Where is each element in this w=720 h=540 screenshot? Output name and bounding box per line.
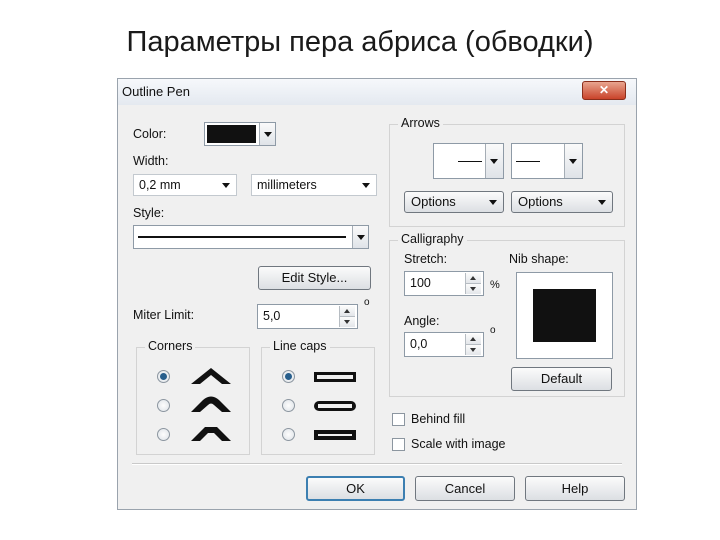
start-arrow-options-button[interactable]: Options bbox=[404, 191, 504, 213]
color-label: Color: bbox=[133, 127, 167, 141]
line-cap-radio-square[interactable] bbox=[282, 370, 295, 383]
miter-limit-value: 5,0 bbox=[263, 309, 281, 323]
round-cap-icon bbox=[314, 401, 356, 411]
line-caps-group: Line caps bbox=[261, 339, 375, 455]
extended-cap-icon bbox=[314, 430, 356, 440]
calligraphy-group: Calligraphy Stretch: 100 % Angle: 0,0 o … bbox=[389, 232, 625, 397]
help-label: Help bbox=[561, 481, 589, 496]
color-dropdown-arrow-icon[interactable] bbox=[259, 123, 275, 145]
corner-radio-rounded[interactable] bbox=[157, 399, 170, 412]
end-arrow-dropdown-icon[interactable] bbox=[564, 144, 582, 178]
cancel-button[interactable]: Cancel bbox=[415, 476, 515, 501]
edit-style-label: Edit Style... bbox=[281, 270, 348, 285]
start-arrow-dropdown-icon[interactable] bbox=[485, 144, 503, 178]
miter-unit: o bbox=[364, 297, 370, 308]
width-label: Width: bbox=[133, 154, 169, 168]
angle-value: 0,0 bbox=[410, 337, 428, 351]
angle-label: Angle: bbox=[404, 314, 440, 328]
end-arrow-options-button[interactable]: Options bbox=[511, 191, 613, 213]
width-value: 0,2 mm bbox=[139, 178, 181, 192]
default-nib-label: Default bbox=[540, 371, 583, 386]
square-cap-icon bbox=[314, 372, 356, 382]
stretch-label: Stretch: bbox=[404, 252, 448, 266]
beveled-corner-icon bbox=[191, 427, 231, 441]
ok-button[interactable]: OK bbox=[306, 476, 405, 501]
line-cap-radio-round[interactable] bbox=[282, 399, 295, 412]
start-arrow-preview bbox=[458, 161, 482, 162]
behind-fill-checkbox[interactable] bbox=[392, 413, 405, 426]
style-select[interactable] bbox=[133, 225, 369, 249]
cancel-label: Cancel bbox=[444, 481, 486, 496]
color-swatch bbox=[207, 125, 256, 143]
style-label: Style: bbox=[133, 206, 165, 220]
help-button[interactable]: Help bbox=[525, 476, 625, 501]
arrows-label: Arrows bbox=[398, 116, 443, 130]
miter-limit-spinner[interactable] bbox=[339, 306, 356, 327]
color-picker[interactable] bbox=[204, 122, 276, 146]
ok-label: OK bbox=[346, 481, 365, 496]
start-arrow-select[interactable] bbox=[433, 143, 504, 179]
close-icon: ✕ bbox=[598, 83, 610, 97]
edit-style-button[interactable]: Edit Style... bbox=[258, 266, 371, 290]
outline-pen-dialog: Outline Pen ✕ Color: Width: 0,2 mm milli… bbox=[117, 78, 637, 510]
line-caps-label: Line caps bbox=[270, 339, 330, 353]
nib-shape-preview[interactable] bbox=[516, 272, 613, 359]
width-combo[interactable]: 0,2 mm bbox=[133, 174, 237, 196]
corner-radio-beveled[interactable] bbox=[157, 428, 170, 441]
title-bar: Outline Pen ✕ bbox=[118, 79, 636, 105]
calligraphy-label: Calligraphy bbox=[398, 232, 467, 246]
close-button[interactable]: ✕ bbox=[582, 81, 626, 100]
behind-fill-label: Behind fill bbox=[411, 412, 466, 426]
line-style-preview bbox=[138, 236, 346, 238]
rounded-corner-icon bbox=[191, 396, 231, 412]
nib-shape-label: Nib shape: bbox=[509, 252, 569, 266]
corners-label: Corners bbox=[145, 339, 196, 353]
width-units-select[interactable]: millimeters bbox=[251, 174, 377, 196]
separator bbox=[132, 463, 622, 465]
line-cap-radio-extended[interactable] bbox=[282, 428, 295, 441]
end-arrow-preview bbox=[516, 161, 540, 162]
style-dropdown-arrow-icon[interactable] bbox=[352, 226, 368, 248]
end-arrow-select[interactable] bbox=[511, 143, 583, 179]
nib-shape-swatch bbox=[533, 289, 596, 342]
corner-radio-sharp[interactable] bbox=[157, 370, 170, 383]
stretch-unit: % bbox=[490, 279, 500, 291]
scale-with-image-checkbox[interactable] bbox=[392, 438, 405, 451]
sharp-corner-icon bbox=[191, 368, 231, 384]
angle-input[interactable]: 0,0 bbox=[404, 332, 484, 357]
slide-title: Параметры пера абриса (обводки) bbox=[126, 26, 594, 58]
stretch-input[interactable]: 100 bbox=[404, 271, 484, 296]
scale-with-image-label: Scale with image bbox=[411, 437, 506, 451]
arrows-group: Arrows Options Options bbox=[389, 116, 625, 227]
corners-group: Corners bbox=[136, 339, 250, 455]
default-nib-button[interactable]: Default bbox=[511, 367, 612, 391]
miter-limit-label: Miter Limit: bbox=[133, 308, 195, 322]
width-units-value: millimeters bbox=[257, 178, 317, 192]
stretch-value: 100 bbox=[410, 276, 431, 290]
angle-unit: o bbox=[490, 325, 496, 336]
end-arrow-options-label: Options bbox=[518, 194, 563, 209]
window-title: Outline Pen bbox=[122, 84, 190, 99]
start-arrow-options-label: Options bbox=[411, 194, 456, 209]
miter-limit-input[interactable]: 5,0 bbox=[257, 304, 358, 329]
stretch-spinner[interactable] bbox=[465, 273, 482, 294]
angle-spinner[interactable] bbox=[465, 334, 482, 355]
